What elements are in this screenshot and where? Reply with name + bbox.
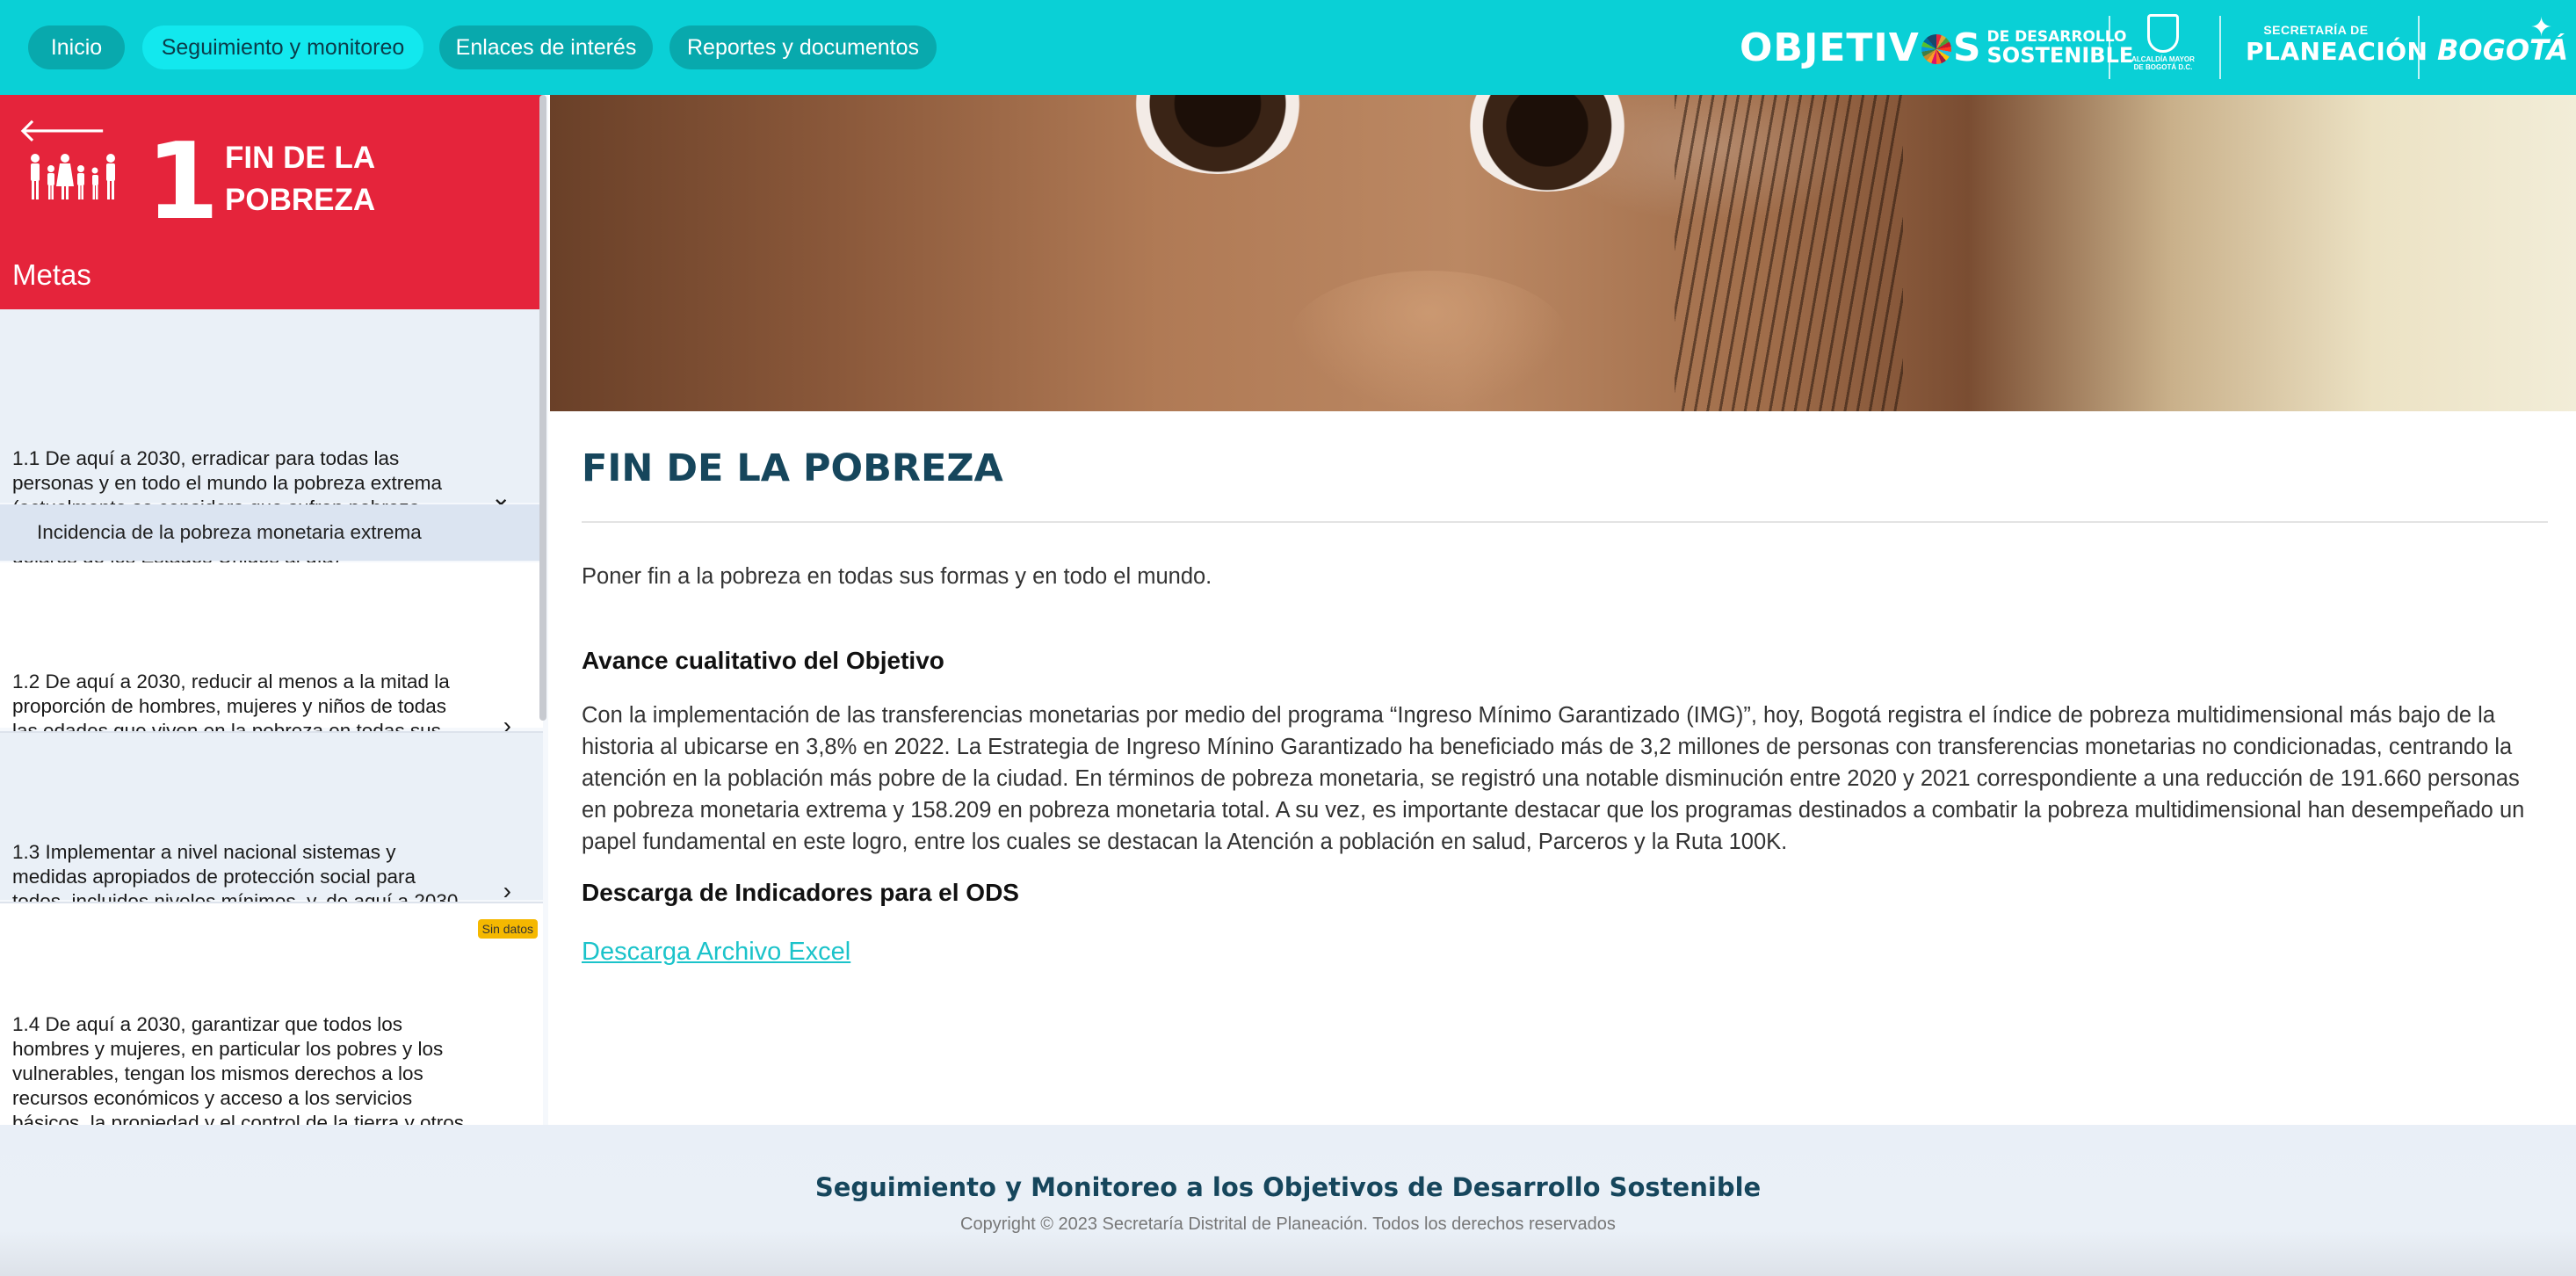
logo-divider [2418,16,2420,79]
goal-card: 🡐 1 FIN DE LA POBREZA Metas [0,95,543,309]
meta-text: 1.4 De aquí a 2030, garantizar que todos… [12,1013,465,1125]
page-title: FIN DE LA POBREZA [582,446,1003,490]
hero-image [550,95,2576,411]
footer-title: Seguimiento y Monitoreo a los Objetivos … [814,1172,1762,1202]
ods-logo-subtext: DE DESARROLLO SOSTENIBLE [1986,27,2134,68]
shield-icon [2147,14,2179,53]
logo-divider [2219,16,2221,79]
meta-item-1-4[interactable]: 1.4 De aquí a 2030, garantizar que todos… [0,903,543,1125]
metas-heading: Metas [12,258,91,291]
avance-paragraph: Con la implementación de las transferenc… [582,703,2525,854]
planeacion-logo[interactable]: SECRETARÍA DE PLANEACIÓN [2246,23,2428,66]
indicator-item[interactable]: Incidencia de la pobreza monetaria extre… [0,504,543,561]
eye-shape [1130,95,1306,174]
alcaldia-logo[interactable]: ALCALDÍA MAYOR DE BOGOTÁ D.C. [2126,14,2200,72]
section-heading-avance: Avance cualitativo del Objetivo [582,647,944,674]
hair-shape [1675,95,1903,411]
footer-copyright: Copyright © 2023 Secretaría Distrital de… [960,1214,1616,1234]
ods-logo-text: OBJETIV [1740,25,1920,70]
sidebar: 🡐 1 FIN DE LA POBREZA Metas 1.1 De aquí … [0,95,548,1125]
nav-item-inicio[interactable]: Inicio [28,25,125,69]
meta-item-1-2[interactable]: 1.2 De aquí a 2030, reducir al menos a l… [0,562,543,791]
ods-logo-sub-2: SOSTENIBLE [1986,42,2134,68]
back-arrow-icon[interactable]: 🡐 [18,114,107,148]
nav-item-enlaces[interactable]: Enlaces de interés [439,25,653,69]
status-badge: Sin datos [477,919,538,939]
chevron-right-icon[interactable]: › [503,879,511,903]
ods-logo-sub-1: DE DESARROLLO [1986,27,2127,46]
nav-item-reportes[interactable]: Reportes y documentos [669,25,937,69]
meta-item-1-3[interactable]: 1.3 Implementar a nivel nacional sistema… [0,733,543,961]
meta-item-1-1[interactable]: 1.1 De aquí a 2030, erradicar para todas… [0,309,543,568]
eye-shape [1464,95,1631,192]
sdg-wheel-icon [1921,34,1951,64]
goal-title: FIN DE LA POBREZA [225,141,376,218]
title-divider [582,521,2548,523]
planeacion-logo-line2: PLANEACIÓN [2246,37,2428,66]
goal-number: 1 [146,121,220,243]
nose-shape [1288,271,1569,411]
alcaldia-logo-text: ALCALDÍA MAYOR DE BOGOTÁ D.C. [2131,55,2195,71]
footer: Seguimiento y Monitoreo a los Objetivos … [0,1125,2576,1276]
planeacion-logo-line1: SECRETARÍA DE [2263,23,2369,37]
logo-divider [2109,16,2110,79]
objective-description: Poner fin a la pobreza en todas sus form… [582,564,1212,589]
family-icon [31,154,115,199]
nav-item-seguimiento[interactable]: Seguimiento y monitoreo [142,25,423,69]
section-heading-descarga: Descarga de Indicadores para el ODS [582,879,1019,906]
download-excel-link[interactable]: Descarga Archivo Excel [582,938,850,967]
top-navbar: Inicio Seguimiento y monitoreo Enlaces d… [0,0,2576,95]
sidebar-scrollbar[interactable] [539,95,546,721]
ods-logo[interactable]: OBJETIV S DE DESARROLLO SOSTENIBLE [1740,18,2133,77]
ods-logo-text-end: S [1952,25,1982,70]
star-icon: ✦ [2530,13,2553,42]
